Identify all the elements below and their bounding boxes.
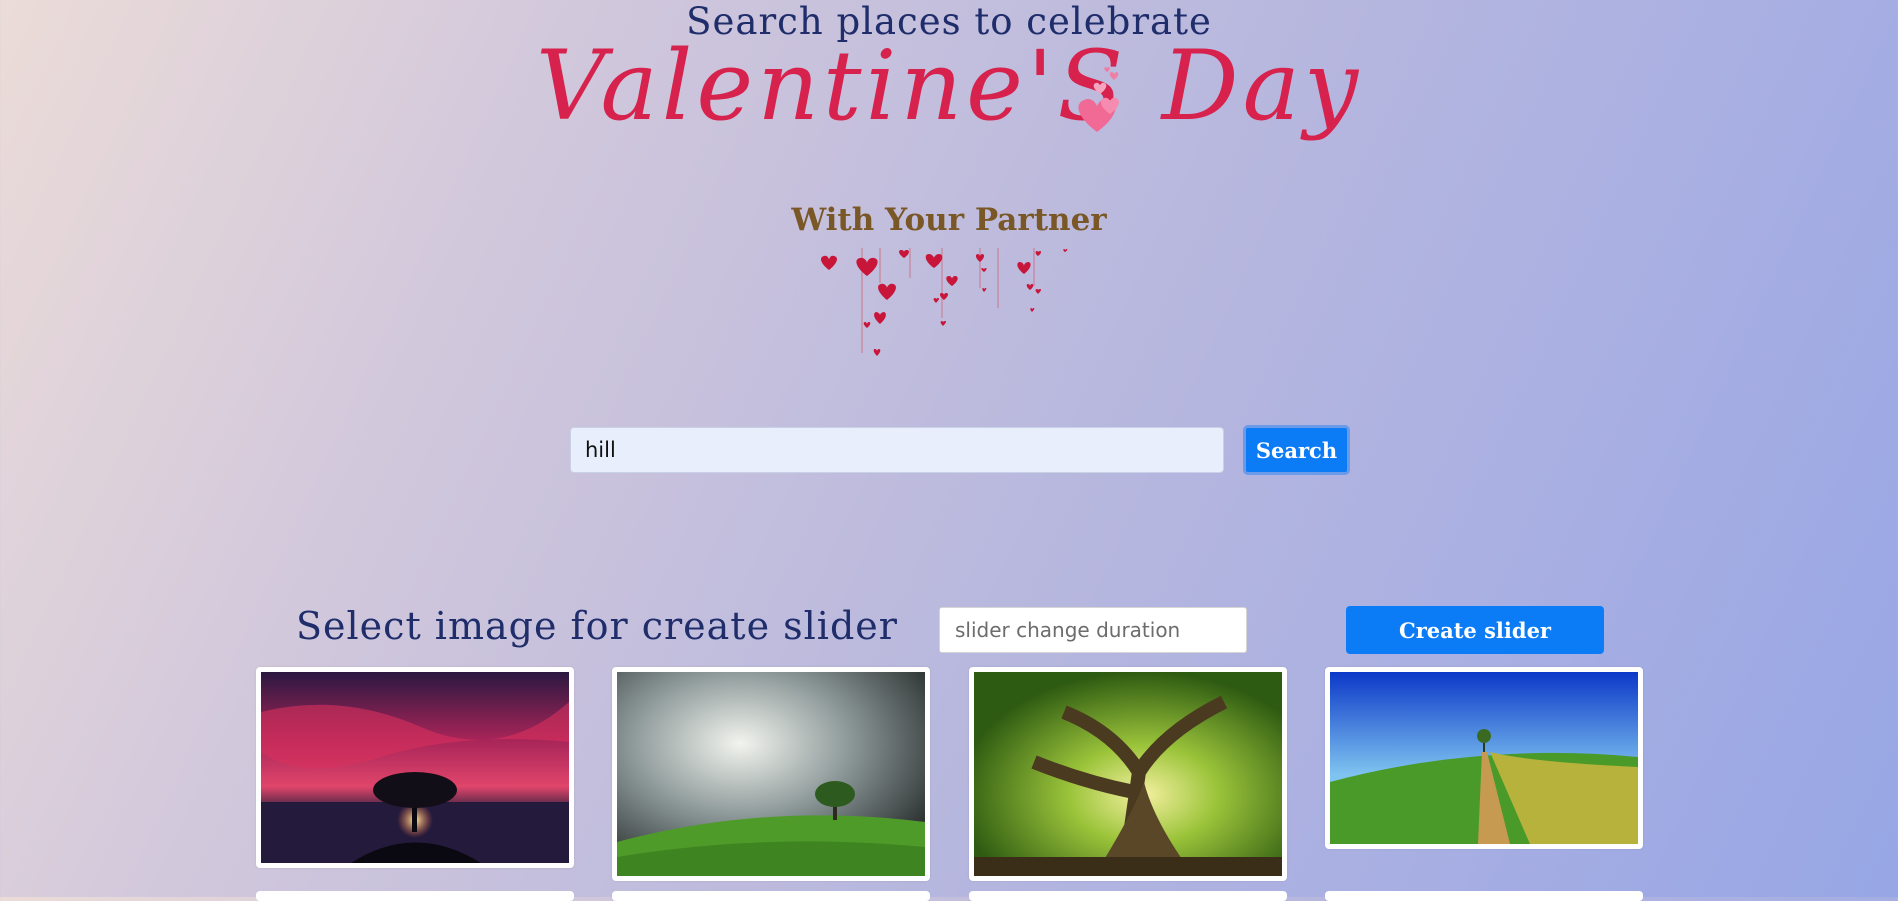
hearts-cluster-icon: [1078, 67, 1119, 132]
gallery-image[interactable]: [256, 667, 574, 868]
slider-duration-input[interactable]: [939, 607, 1247, 653]
search-button[interactable]: Search: [1243, 425, 1350, 475]
search-input[interactable]: [570, 427, 1224, 473]
gallery-image[interactable]: [612, 891, 930, 901]
valentines-day-title: Valentine'S Day: [535, 30, 1363, 142]
select-image-title: Select image for create slider: [296, 604, 898, 648]
subtitle: With Your Partner: [791, 202, 1107, 238]
gallery-image[interactable]: [612, 667, 930, 881]
red-sky-tree-image: [261, 672, 569, 863]
gallery-image[interactable]: [1325, 667, 1643, 849]
create-slider-button[interactable]: Create slider: [1346, 606, 1604, 654]
hanging-hearts-icon: [821, 248, 1068, 356]
stormy-hill-tree-image: [617, 672, 925, 876]
gallery-image[interactable]: [969, 667, 1287, 881]
dirt-road-hill-image: [1330, 672, 1638, 844]
gallery-image[interactable]: [256, 891, 574, 901]
gallery-image[interactable]: [1325, 891, 1643, 901]
old-tree-forest-image: [974, 672, 1282, 877]
gallery-image[interactable]: [969, 891, 1287, 901]
